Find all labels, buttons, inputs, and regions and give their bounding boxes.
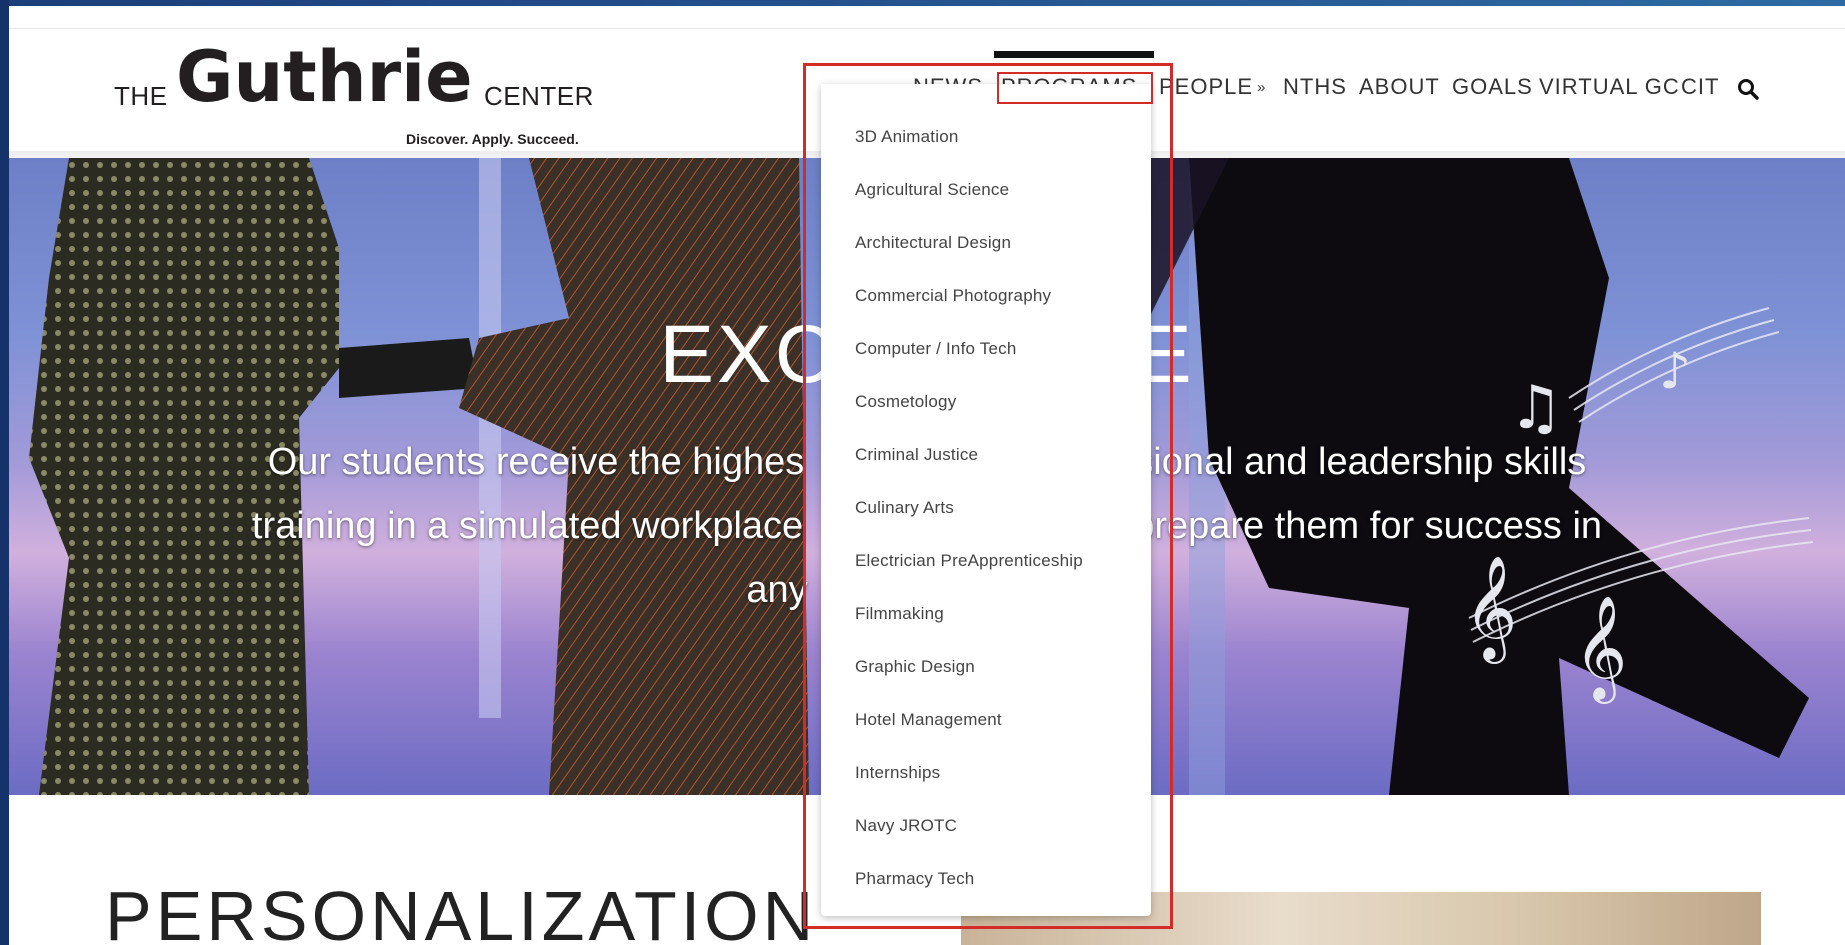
logo-tagline: Discover. Apply. Succeed. [406, 131, 579, 147]
svg-text:Guthrie: Guthrie [176, 45, 473, 115]
nav-goals[interactable]: GOALS [1452, 72, 1533, 102]
logo-the-text: THE [114, 81, 168, 111]
hero-line2-left: training in a simulated workplace [251, 505, 804, 547]
search-icon[interactable] [1737, 78, 1759, 100]
nav-about[interactable]: ABOUT [1359, 72, 1440, 102]
nav-cit[interactable]: CIT [1681, 72, 1719, 102]
window-left-frame [0, 0, 9, 945]
nav-people-label: PEOPLE [1159, 74, 1254, 99]
nav-people[interactable]: PEOPLE» [1159, 72, 1266, 103]
logo-center-text: CENTER [484, 81, 594, 111]
site-logo[interactable]: THE Guthrie CENTER Discover. Apply. Succ… [114, 45, 593, 147]
section-title: PERSONALIZATION [105, 877, 818, 945]
nav-virtual-gc[interactable]: VIRTUAL GC [1539, 72, 1680, 102]
hero-line3-left: any [746, 569, 808, 611]
nav-nths[interactable]: NTHS [1283, 72, 1347, 102]
dropdown-highlight-box [803, 63, 1173, 929]
web-page: THE Guthrie CENTER Discover. Apply. Succ… [9, 6, 1845, 945]
hero-line2-right: prepare them for success in [1133, 505, 1603, 547]
hero-line1-left: Our students receive the highes [267, 441, 805, 483]
active-nav-indicator [994, 51, 1154, 58]
hero-line1-right: sional and leadership skills [1134, 441, 1587, 483]
chevron-down-icon: » [1257, 79, 1267, 96]
logo-wordmark: Guthrie [176, 45, 473, 115]
programs-highlight-box [997, 72, 1153, 104]
